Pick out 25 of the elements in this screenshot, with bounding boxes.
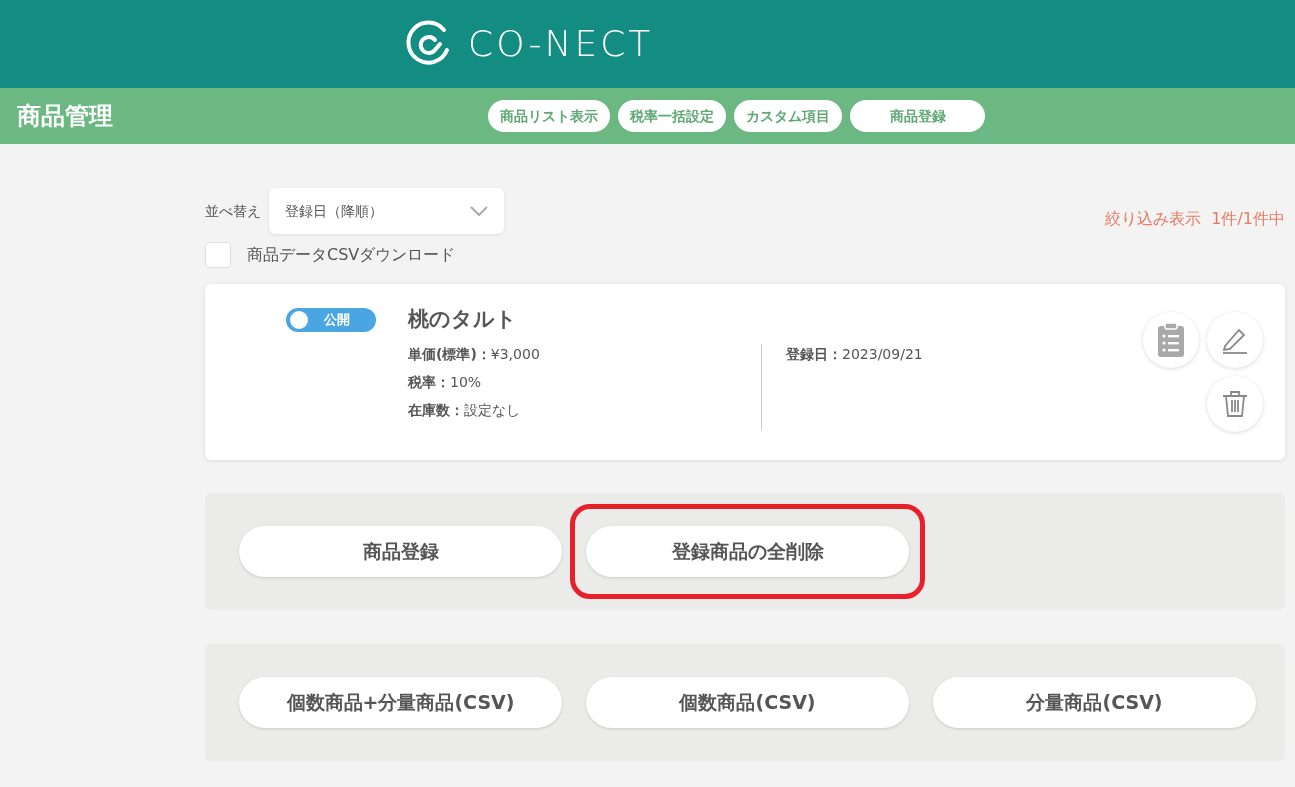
product-detail: 在庫数：設定なし [408,400,521,420]
clipboard-list-icon [1157,322,1185,358]
registered-date: 登録日：2023/09/21 [786,344,923,364]
csv-download-label: 商品データCSVダウンロード [247,244,456,266]
logo-text: CO-NECT [468,22,654,66]
edit-button[interactable] [1207,312,1263,368]
trash-icon [1222,390,1248,418]
logo-icon [404,20,452,68]
csv-checkbox[interactable] [205,242,231,268]
product-detail: 税率：10% [408,372,483,392]
clipboard-list-button[interactable] [1143,312,1199,368]
action-button[interactable]: 商品登録 [239,526,562,577]
action-button[interactable]: 登録商品の全削除 [586,526,909,577]
action-button[interactable]: 個数商品(CSV) [586,677,909,728]
filter-count: 絞り込み表示 1件/1件中 [1105,208,1285,230]
delete-button[interactable] [1207,376,1263,432]
page-title: 商品管理 [16,101,114,132]
sort-dropdown[interactable]: 登録日（降順） [269,188,504,234]
sort-label: 並べ替え [205,201,261,221]
action-button[interactable]: 分量商品(CSV) [933,677,1256,728]
chevron-down-icon [470,206,488,216]
product-detail: 単価(標準)：¥3,000 [408,344,541,364]
action-button[interactable]: 個数商品+分量商品(CSV) [239,677,562,728]
product-name: 桃のタルト [408,306,518,333]
pencil-icon [1221,326,1249,354]
